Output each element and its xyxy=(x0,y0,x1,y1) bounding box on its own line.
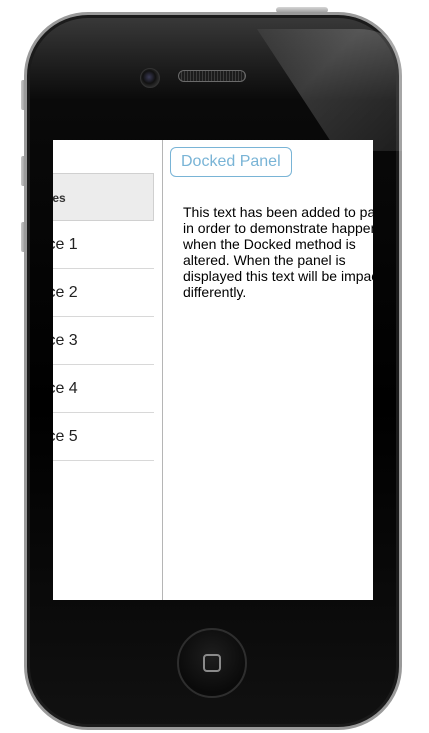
camera-icon xyxy=(140,68,160,88)
docked-panel-text: This text has been added to panel in ord… xyxy=(183,204,373,300)
home-square-icon xyxy=(203,654,221,672)
menu-item-choice-2[interactable]: oice 2 xyxy=(53,269,154,317)
glare xyxy=(257,29,417,151)
phone-screen: oices oice 1 oice 2 oice 3 oice 4 oice 5… xyxy=(53,140,373,600)
docked-panel-button[interactable]: Docked Panel xyxy=(170,147,292,177)
device-frame: oices oice 1 oice 2 oice 3 oice 4 oice 5… xyxy=(0,0,429,733)
menu-list-header: oices xyxy=(53,173,154,221)
docked-panel: Docked Panel This text has been added to… xyxy=(164,140,373,600)
menu-item-choice-3[interactable]: oice 3 xyxy=(53,317,154,365)
speaker-grille xyxy=(178,70,246,82)
menu-item-choice-1[interactable]: oice 1 xyxy=(53,221,154,269)
menu-item-choice-4[interactable]: oice 4 xyxy=(53,365,154,413)
home-button[interactable] xyxy=(177,628,247,698)
menu-panel: oices oice 1 oice 2 oice 3 oice 4 oice 5 xyxy=(53,140,163,600)
menu-item-choice-5[interactable]: oice 5 xyxy=(53,413,154,461)
menu-list: oices oice 1 oice 2 oice 3 oice 4 oice 5 xyxy=(53,173,154,461)
